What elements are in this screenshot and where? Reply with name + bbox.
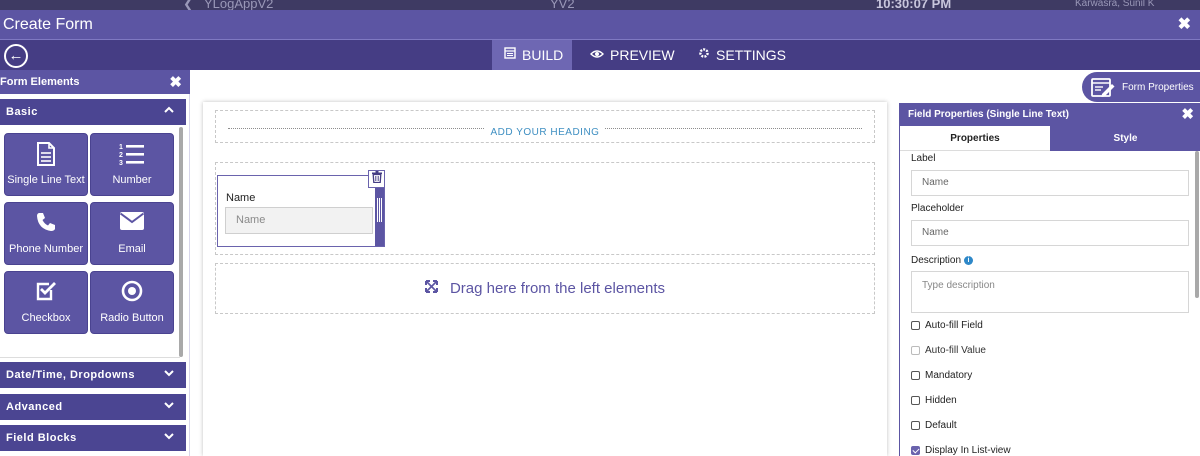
field-properties-panel: Field Properties (Single Line Text) ✖ Pr… <box>899 103 1200 456</box>
checkbox-label: Auto-fill Field <box>925 320 983 331</box>
element-checkbox[interactable]: Checkbox <box>4 271 88 334</box>
field-properties-close-button[interactable]: ✖ <box>1181 105 1194 123</box>
window-title: Create Form <box>3 16 93 33</box>
section-label: Date/Time, Dropdowns <box>6 369 135 381</box>
tab-build-label: BUILD <box>522 47 564 63</box>
radio-icon <box>91 280 173 304</box>
checkbox-box[interactable] <box>911 421 920 430</box>
drop-zone[interactable]: Drag here from the left elements <box>215 263 875 314</box>
form-elements-panel: Form Elements ✖ Basic Single Line Text 1… <box>0 70 190 456</box>
document-icon <box>5 142 87 166</box>
envelope-icon <box>91 211 173 235</box>
form-elements-header: Form Elements ✖ <box>0 70 190 94</box>
checkbox-box[interactable] <box>911 446 920 455</box>
expand-arrows-icon <box>424 280 438 297</box>
gear-icon <box>698 40 710 70</box>
section-basic[interactable]: Basic <box>0 99 186 125</box>
add-heading-link[interactable]: ADD YOUR HEADING <box>484 127 606 138</box>
element-label: Checkbox <box>21 312 71 324</box>
field-label: Name <box>226 192 256 204</box>
label-input[interactable]: Name <box>911 170 1189 196</box>
checkbox-box[interactable] <box>911 321 920 330</box>
window-title-bar: Create Form ✖ <box>0 10 1200 39</box>
checkbox-label: Hidden <box>925 395 957 406</box>
chevron-down-icon <box>164 430 174 444</box>
chevron-up-icon <box>164 104 174 118</box>
auto-fill-field-checkbox[interactable]: Auto-fill Field <box>911 320 983 331</box>
field-properties-scrollbar[interactable] <box>1195 151 1199 298</box>
field-preview-input: Name <box>225 207 373 234</box>
form-field-name[interactable]: Name Name <box>217 175 385 247</box>
checkbox-box[interactable] <box>911 396 920 405</box>
form-properties-label: Form Properties <box>1122 82 1194 93</box>
window-close-button[interactable]: ✖ <box>1178 14 1191 34</box>
section-date-time-dropdowns[interactable]: Date/Time, Dropdowns <box>0 362 186 388</box>
section-basic-label: Basic <box>6 106 38 118</box>
placeholder-input[interactable]: Name <box>911 220 1189 246</box>
checkbox-box[interactable] <box>911 346 920 355</box>
drop-zone-message: Drag here from the left elements <box>449 280 666 297</box>
builder-nav-bar: ← BUILD PREVIEW SETTINGS <box>0 39 1200 70</box>
phone-icon <box>5 211 87 235</box>
trash-icon <box>371 170 382 188</box>
form-heading-area[interactable]: ADD YOUR HEADING <box>215 110 875 143</box>
element-label: Phone Number <box>9 243 83 255</box>
svg-text:2: 2 <box>119 152 123 159</box>
tab-preview-label: PREVIEW <box>610 47 675 63</box>
checkbox-label: Default <box>925 420 957 431</box>
form-properties-button[interactable]: Form Properties <box>1082 72 1200 102</box>
element-label: Number <box>112 174 152 186</box>
element-label: Radio Button <box>100 312 164 324</box>
default-checkbox[interactable]: Default <box>911 420 957 431</box>
element-label: Email <box>118 243 146 255</box>
mandatory-checkbox[interactable]: Mandatory <box>911 370 972 381</box>
placeholder-field-title: Placeholder <box>911 203 964 214</box>
eye-icon <box>590 40 604 70</box>
tab-build[interactable]: BUILD <box>492 40 572 70</box>
chevron-down-icon <box>164 367 174 381</box>
left-panel-scrollbar[interactable] <box>179 127 183 357</box>
svg-text:1: 1 <box>119 144 123 151</box>
checkbox-label: Auto-fill Value <box>925 345 986 356</box>
label-field-title: Label <box>911 153 936 164</box>
element-single-line-text[interactable]: Single Line Text <box>4 133 88 196</box>
tab-style[interactable]: Style <box>1050 126 1200 151</box>
tab-preview[interactable]: PREVIEW <box>578 40 687 70</box>
form-elements-close-button[interactable]: ✖ <box>169 73 182 91</box>
section-label: Advanced <box>6 401 63 413</box>
checkbox-label: Display In List-view <box>925 445 1011 456</box>
checkbox-label: Mandatory <box>925 370 973 381</box>
description-field-title: Description <box>911 255 962 266</box>
numbered-list-icon: 123 <box>91 142 173 166</box>
element-radio-button[interactable]: Radio Button <box>90 271 174 334</box>
background-user-name: Karwasra, Sunil K <box>1075 0 1155 9</box>
hidden-checkbox[interactable]: Hidden <box>911 395 957 406</box>
form-settings-icon <box>1090 76 1116 101</box>
field-properties-title: Field Properties (Single Line Text) <box>908 109 1069 120</box>
build-icon <box>504 40 516 70</box>
tab-properties[interactable]: Properties <box>900 126 1050 151</box>
field-properties-header: Field Properties (Single Line Text) ✖ <box>900 103 1200 126</box>
section-label: Field Blocks <box>6 432 77 444</box>
section-field-blocks[interactable]: Field Blocks <box>0 425 186 451</box>
divider <box>0 357 180 358</box>
back-button[interactable]: ← <box>4 44 28 68</box>
delete-field-button[interactable] <box>368 170 385 188</box>
description-textarea[interactable]: Type description <box>911 271 1189 313</box>
display-in-list-view-checkbox[interactable]: Display In List-view <box>911 445 1011 456</box>
svg-text:3: 3 <box>119 160 123 166</box>
checkbox-box[interactable] <box>911 371 920 380</box>
element-number[interactable]: 123 Number <box>90 133 174 196</box>
info-icon[interactable]: i <box>964 256 974 265</box>
tab-settings[interactable]: SETTINGS <box>686 40 798 70</box>
auto-fill-value-checkbox[interactable]: Auto-fill Value <box>911 345 986 356</box>
chevron-down-icon <box>164 399 174 413</box>
element-label: Single Line Text <box>7 174 85 186</box>
element-phone-number[interactable]: Phone Number <box>4 202 88 265</box>
element-email[interactable]: Email <box>90 202 174 265</box>
checkbox-icon <box>5 280 87 304</box>
form-elements-title: Form Elements <box>0 76 80 88</box>
section-advanced[interactable]: Advanced <box>0 394 186 420</box>
tab-settings-label: SETTINGS <box>716 47 787 63</box>
